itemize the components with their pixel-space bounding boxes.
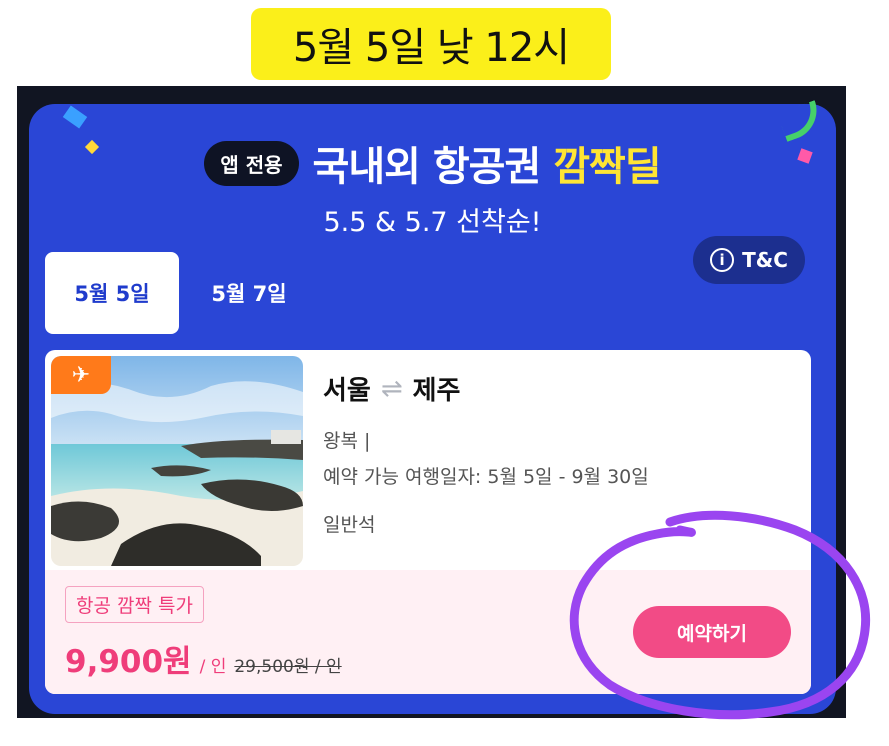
hero-title: 국내외 항공권 깜짝딜 <box>312 134 662 192</box>
travel-period: 예약 가능 여행일자: 5월 5일 - 9월 30일 <box>323 466 649 488</box>
trip-type: 왕복 | <box>323 430 371 452</box>
round-trip-arrow-icon: ⇌ <box>380 373 403 404</box>
hero-subtitle: 5.5 & 5.7 선착순! <box>323 207 542 238</box>
original-price: 29,500원 / 인 <box>234 657 342 677</box>
price-row: 9,900원 / 인 29,500원 / 인 <box>65 636 342 681</box>
app-screenshot: 앱 전용 국내외 항공권 깜짝딜 5.5 & 5.7 선착순! i T&C 5월… <box>17 86 846 718</box>
hero-title-highlight: 깜짝딜 <box>553 144 661 190</box>
origin-city: 서울 <box>323 376 371 406</box>
tc-button[interactable]: i T&C <box>693 236 805 284</box>
info-icon: i <box>710 248 735 272</box>
time-caption: 5월 5일 낮 12시 <box>251 8 611 80</box>
tab-may-7[interactable]: 5월 7일 <box>189 252 309 334</box>
price-unit: / 인 <box>199 657 227 677</box>
price-section: 항공 깜짝 특가 9,900원 / 인 29,500원 / 인 예약하기 <box>45 570 811 694</box>
hero-title-main: 국내외 항공권 <box>312 144 542 190</box>
book-button[interactable]: 예약하기 <box>633 606 791 658</box>
destination-city: 제주 <box>412 376 461 406</box>
jeju-beach-image: ✈ <box>51 356 303 566</box>
tc-label: T&C <box>742 248 788 272</box>
confetti-blue <box>62 105 88 129</box>
flash-deal-badge: 항공 깜짝 특가 <box>65 586 204 623</box>
deal-card[interactable]: ✈ 서울 ⇌ 제주 왕복 | 예약 가능 여행일자: 5월 5일 - 9월 30… <box>45 350 811 694</box>
hero-heading: 앱 전용 국내외 항공권 깜짝딜 <box>29 134 836 192</box>
app-only-badge: 앱 전용 <box>204 140 299 186</box>
tab-may-5[interactable]: 5월 5일 <box>45 252 179 334</box>
sale-price: 9,900원 <box>65 644 192 680</box>
flash-deal-panel: 앱 전용 국내외 항공권 깜짝딜 5.5 & 5.7 선착순! i T&C 5월… <box>29 100 836 714</box>
seat-class: 일반석 <box>323 514 376 536</box>
plane-icon: ✈ <box>51 356 111 394</box>
route-title: 서울 ⇌ 제주 <box>323 370 460 407</box>
